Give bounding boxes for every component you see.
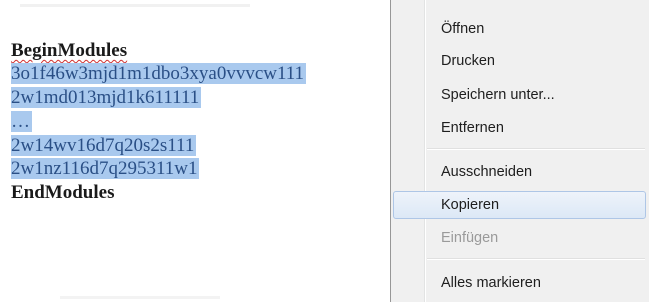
- document-area[interactable]: BeginModules 3o1f46w3mjd1m1dbo3xya0vvvcw…: [0, 0, 400, 302]
- menu-item-label: Speichern unter...: [441, 87, 555, 103]
- doc-line-end-modules[interactable]: EndModules: [11, 182, 114, 204]
- faint-artifact: [20, 4, 250, 7]
- menu-gutter-divider-highlight: [425, 0, 426, 302]
- menu-item-label: Entfernen: [441, 120, 504, 136]
- menu-item-print[interactable]: Drucken: [393, 47, 646, 75]
- menu-item-remove[interactable]: Entfernen: [393, 114, 646, 142]
- doc-line-module-4[interactable]: 2w1nz116d7q295311w1: [11, 158, 200, 180]
- menu-item-label: Öffnen: [441, 21, 485, 37]
- menu-separator: [427, 258, 645, 260]
- menu-separator: [427, 148, 645, 150]
- menu-item-select-all[interactable]: Alles markieren: [393, 269, 646, 297]
- doc-line-begin-modules[interactable]: BeginModules: [11, 40, 127, 62]
- doc-line-ellipsis[interactable]: …: [11, 111, 32, 133]
- menu-item-label: Alles markieren: [441, 275, 541, 291]
- doc-line-module-2[interactable]: 2w1md013mjd1k611111: [11, 87, 202, 109]
- selected-text[interactable]: 2w1md013mjd1k611111: [11, 87, 202, 108]
- menu-item-paste: Einfügen: [393, 224, 646, 252]
- menu-item-copy[interactable]: Kopieren: [393, 191, 646, 219]
- selected-text[interactable]: 3o1f46w3mjd1m1dbo3xya0vvvcw111: [11, 63, 307, 84]
- menu-item-save-as[interactable]: Speichern unter...: [393, 81, 646, 109]
- selected-text[interactable]: 2w14wv16d7q20s2s111: [11, 135, 197, 156]
- context-menu: Öffnen Drucken Speichern unter... Entfer…: [390, 0, 649, 302]
- selected-text[interactable]: …: [11, 111, 32, 132]
- doc-line-module-1[interactable]: 3o1f46w3mjd1m1dbo3xya0vvvcw111: [11, 63, 307, 85]
- menu-item-cut[interactable]: Ausschneiden: [393, 158, 646, 186]
- faint-artifact: [60, 296, 220, 299]
- menu-item-open[interactable]: Öffnen: [393, 15, 646, 43]
- menu-item-label: Kopieren: [441, 197, 500, 213]
- menu-item-label: Einfügen: [441, 230, 499, 246]
- screenshot: BeginModules 3o1f46w3mjd1m1dbo3xya0vvvcw…: [0, 0, 649, 302]
- selected-text[interactable]: 2w1nz116d7q295311w1: [11, 158, 200, 179]
- doc-line-module-3[interactable]: 2w14wv16d7q20s2s111: [11, 135, 197, 157]
- menu-item-label: Drucken: [441, 53, 495, 69]
- menu-item-label: Ausschneiden: [441, 164, 533, 180]
